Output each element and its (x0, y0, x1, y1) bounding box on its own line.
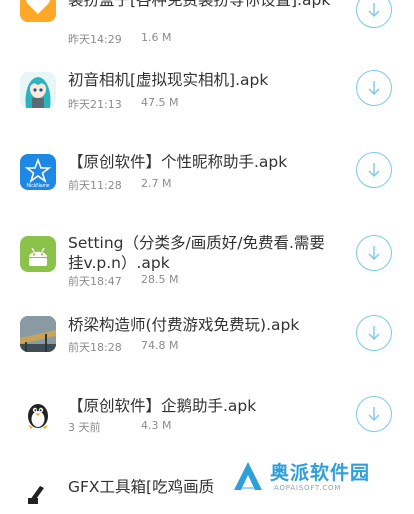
upload-time: 昨天21:13 (68, 98, 122, 111)
upload-time: 前天11:28 (68, 179, 122, 192)
file-meta: 3 天前 4.3 M (68, 419, 171, 435)
heart-icon (20, 0, 56, 22)
android-icon (20, 236, 56, 272)
file-size: 1.6 M (141, 31, 172, 44)
upload-time: 前天18:28 (68, 341, 122, 354)
watermark-text: 奥派软件园 (270, 462, 371, 484)
download-arrow-icon (368, 246, 380, 260)
icon-caption: NickName (26, 183, 49, 189)
download-button[interactable] (356, 396, 392, 432)
download-button[interactable] (356, 152, 392, 188)
download-arrow-icon (368, 326, 380, 340)
file-meta: 昨天14:29 1.6 M (68, 31, 171, 47)
download-arrow-icon (368, 3, 380, 17)
file-size: 4.3 M (141, 419, 172, 432)
file-name: 【原创软件】个性昵称助手.apk (68, 153, 288, 171)
apk-file-list: 装扮盒子[各种免费装扮等你设置].apk 昨天14:29 1.6 M 初音相机[… (0, 0, 414, 514)
bridge-photo-icon (20, 316, 56, 352)
file-name: 桥梁构造师(付费游戏免费玩).apk (68, 316, 300, 334)
site-watermark: 奥派软件园 AOPAISOFT.COM (228, 454, 414, 500)
watermark-subtext: AOPAISOFT.COM (274, 484, 342, 492)
download-arrow-icon (368, 163, 380, 177)
file-size: 74.8 M (141, 339, 179, 352)
download-button[interactable] (356, 0, 392, 28)
nickname-star-icon: NickName (20, 154, 56, 190)
watermark-logo-icon (234, 462, 262, 490)
file-meta: 前天11:28 2.7 M (68, 177, 171, 193)
gfx-toolbox-icon (20, 478, 56, 514)
download-arrow-icon (368, 81, 380, 95)
miku-avatar-icon (20, 72, 56, 108)
file-name: Setting（分类多/画质好/免费看.需要挂v.p.n）.apk (68, 234, 325, 272)
file-name: 装扮盒子[各种免费装扮等你设置].apk (68, 0, 331, 9)
upload-time: 昨天14:29 (68, 33, 122, 46)
file-meta: 前天18:28 74.8 M (68, 339, 178, 355)
file-meta: 前天18:47 28.5 M (68, 273, 178, 289)
file-meta: 昨天21:13 47.5 M (68, 96, 178, 112)
file-size: 47.5 M (141, 96, 179, 109)
download-button[interactable] (356, 315, 392, 351)
file-size: 28.5 M (141, 273, 179, 286)
file-name: 初音相机[虚拟现实相机].apk (68, 71, 269, 89)
penguin-icon (20, 396, 56, 432)
download-arrow-icon (368, 407, 380, 421)
download-button[interactable] (356, 235, 392, 271)
file-name: 【原创软件】企鹅助手.apk (68, 397, 257, 415)
download-button[interactable] (356, 70, 392, 106)
file-size: 2.7 M (141, 177, 172, 190)
upload-time: 3 天前 (68, 421, 101, 434)
upload-time: 前天18:47 (68, 275, 122, 288)
